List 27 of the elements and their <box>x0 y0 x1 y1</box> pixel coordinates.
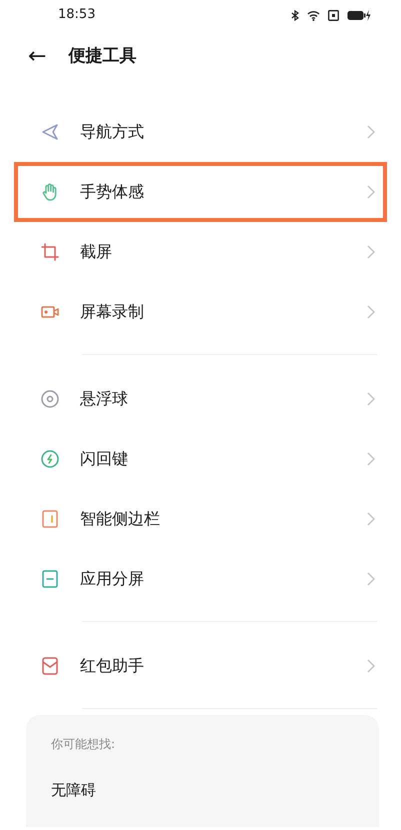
back-button[interactable]: ← <box>28 46 46 68</box>
chevron-right-icon <box>367 125 375 139</box>
chevron-right-icon <box>367 512 375 526</box>
menu-item[interactable]: 智能侧边栏 <box>14 489 387 549</box>
chevron-right-icon <box>367 572 375 586</box>
battery-charging-icon <box>347 10 371 20</box>
menu-item[interactable]: 红包助手 <box>14 636 387 696</box>
menu-item[interactable]: 应用分屏 <box>14 549 387 609</box>
wifi-icon <box>307 10 320 20</box>
bluetooth-icon <box>291 10 299 20</box>
chevron-right-icon <box>367 245 375 259</box>
status-time: 18:53 <box>58 6 96 24</box>
chevron-right-icon <box>367 185 375 199</box>
chevron-right-icon <box>367 452 375 466</box>
suggestion-heading: 你可能想找: <box>51 736 116 753</box>
nfc-icon <box>328 10 339 20</box>
menu-item[interactable]: 悬浮球 <box>14 369 387 429</box>
chevron-right-icon <box>367 392 375 406</box>
menu-item[interactable]: 导航方式 <box>14 102 387 162</box>
menu-item[interactable]: 截屏 <box>14 222 387 282</box>
menu-item[interactable]: 屏幕录制 <box>14 282 387 342</box>
highlighted-menu-item[interactable]: 手势体感 <box>14 162 387 222</box>
page-title: 便捷工具 <box>68 45 136 68</box>
suggestion-link[interactable]: 无障碍 <box>51 779 96 802</box>
chevron-right-icon <box>367 659 375 673</box>
chevron-right-icon <box>367 305 375 319</box>
menu-item[interactable]: 闪回键 <box>14 429 387 489</box>
